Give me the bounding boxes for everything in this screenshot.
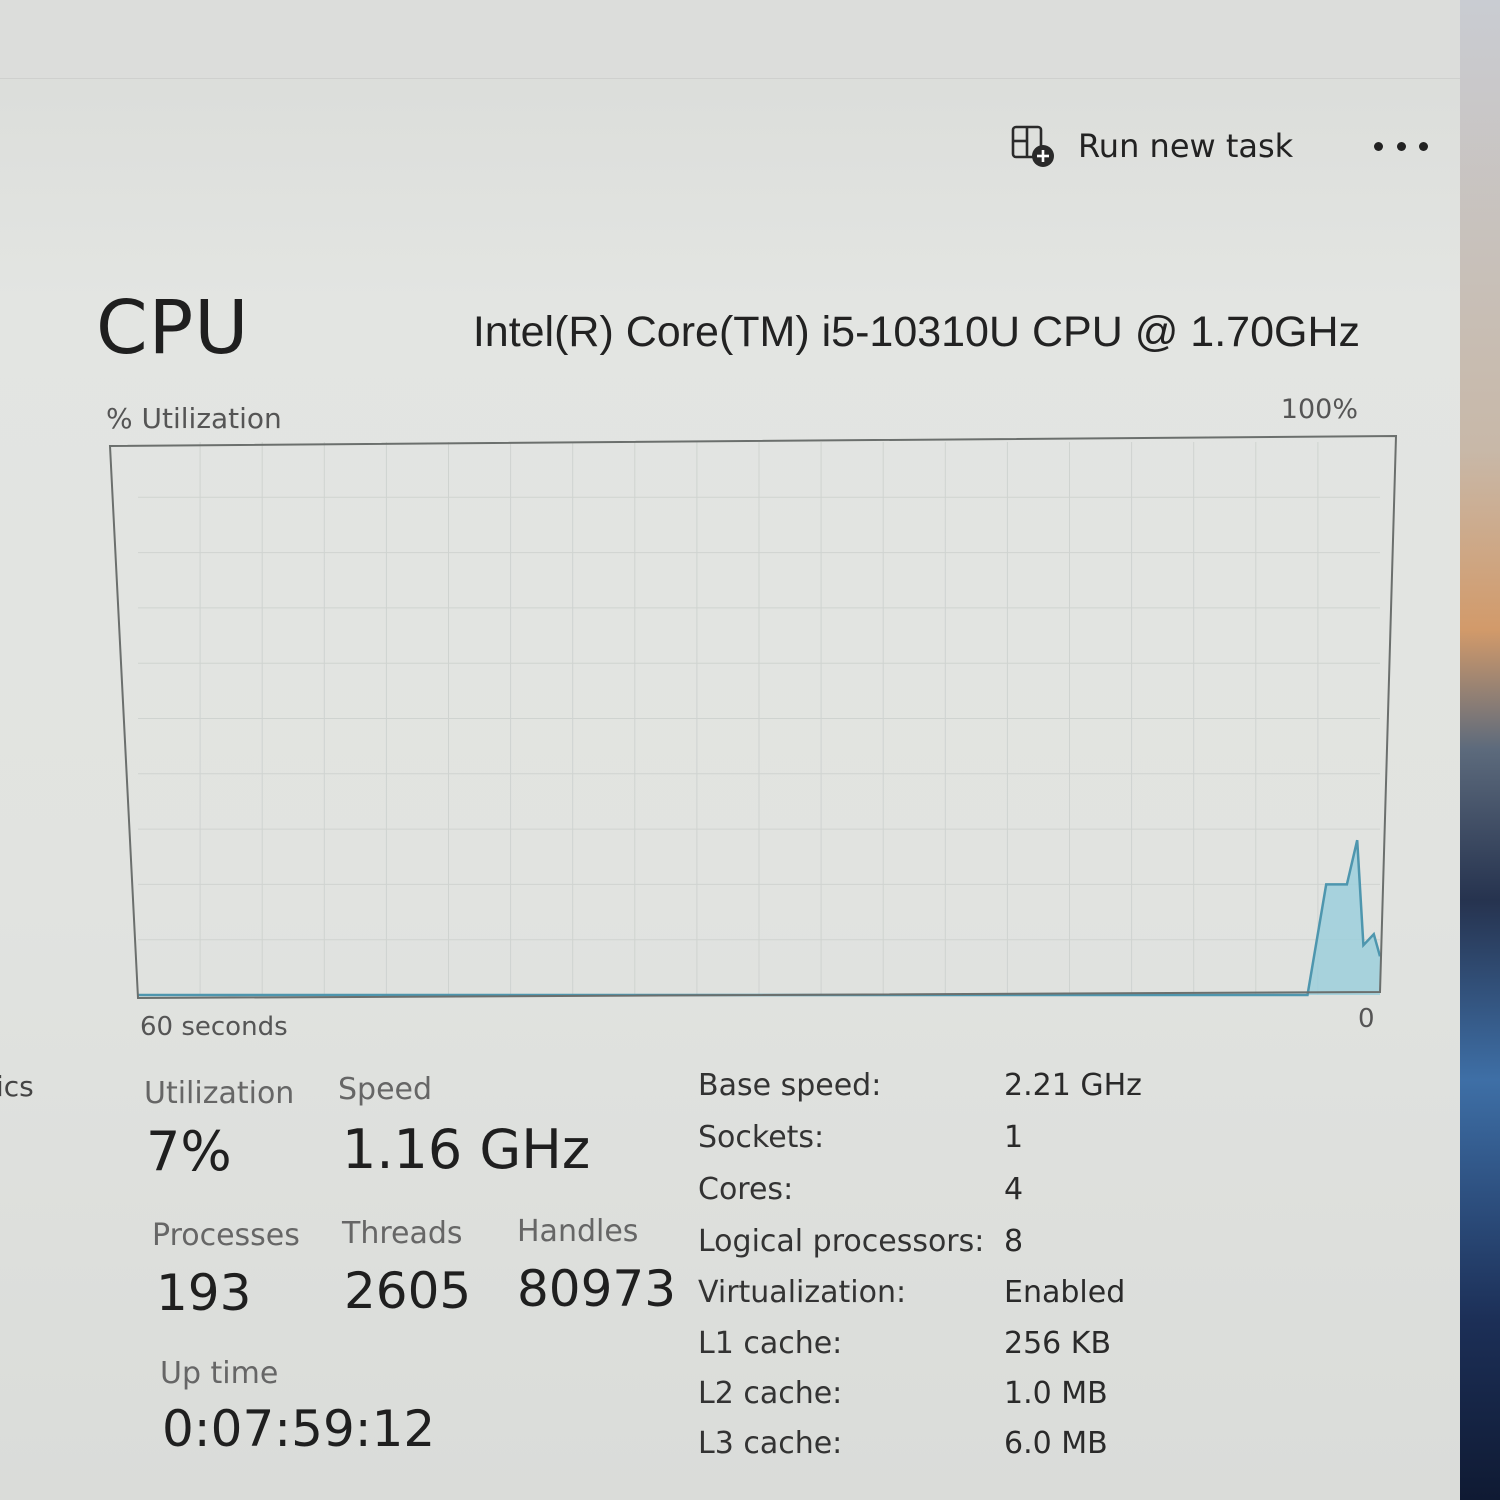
speed-label: Speed bbox=[338, 1072, 433, 1107]
spec-row-sockets: Sockets: 1 bbox=[698, 1120, 1218, 1160]
spec-key: Base speed: bbox=[698, 1068, 882, 1103]
sidebar-item-label[interactable]: ics bbox=[0, 1070, 34, 1103]
spec-row-virtualization: Virtualization: Enabled bbox=[698, 1275, 1218, 1315]
spec-row-l2-cache: L2 cache: 1.0 MB bbox=[698, 1376, 1218, 1416]
spec-row-l1-cache: L1 cache: 256 KB bbox=[698, 1326, 1218, 1366]
spec-value: 8 bbox=[1004, 1224, 1024, 1259]
handles-label: Handles bbox=[517, 1214, 639, 1249]
spec-row-logical-processors: Logical processors: 8 bbox=[698, 1224, 1218, 1264]
more-options-icon[interactable] bbox=[1374, 128, 1428, 164]
spec-value: Enabled bbox=[1004, 1275, 1126, 1310]
spec-key: L1 cache: bbox=[698, 1326, 843, 1361]
spec-key: L3 cache: bbox=[698, 1426, 843, 1461]
utilization-value: 7% bbox=[146, 1120, 232, 1183]
cpu-utilization-graph bbox=[108, 434, 1398, 1000]
more-dot bbox=[1419, 141, 1428, 151]
speed-value: 1.16 GHz bbox=[342, 1118, 591, 1181]
more-dot bbox=[1374, 141, 1383, 151]
title-bar bbox=[0, 0, 1460, 79]
spec-key: Logical processors: bbox=[698, 1224, 985, 1259]
spec-value: 256 KB bbox=[1004, 1326, 1112, 1361]
spec-value: 6.0 MB bbox=[1004, 1426, 1108, 1461]
spec-value: 2.21 GHz bbox=[1004, 1068, 1142, 1103]
y-axis-label: % Utilization bbox=[106, 402, 282, 435]
uptime-value: 0:07:59:12 bbox=[162, 1400, 436, 1458]
uptime-label: Up time bbox=[160, 1356, 279, 1391]
spec-row-cores: Cores: 4 bbox=[698, 1172, 1218, 1212]
page-title: CPU bbox=[96, 285, 250, 371]
utilization-label: Utilization bbox=[144, 1076, 295, 1111]
spec-key: Cores: bbox=[698, 1172, 794, 1207]
threads-value: 2605 bbox=[344, 1262, 472, 1320]
y-max-label: 100% bbox=[1280, 394, 1358, 425]
run-new-task-button[interactable]: Run new task bbox=[1010, 120, 1293, 172]
cpu-model-name: Intel(R) Core(TM) i5-10310U CPU @ 1.70GH… bbox=[472, 308, 1360, 356]
spec-row-l3-cache: L3 cache: 6.0 MB bbox=[698, 1426, 1218, 1466]
spec-key: Virtualization: bbox=[698, 1275, 907, 1310]
spec-value: 1.0 MB bbox=[1004, 1376, 1108, 1411]
run-new-task-label: Run new task bbox=[1078, 127, 1294, 165]
x-axis-end-label: 0 bbox=[1358, 1004, 1375, 1034]
handles-value: 80973 bbox=[517, 1260, 677, 1318]
x-axis-start-label: 60 seconds bbox=[140, 1012, 288, 1042]
run-task-icon bbox=[1011, 125, 1054, 167]
spec-value: 1 bbox=[1004, 1120, 1024, 1155]
graph-frame bbox=[108, 434, 1398, 1000]
threads-label: Threads bbox=[342, 1216, 463, 1251]
processes-label: Processes bbox=[152, 1218, 300, 1253]
spec-key: Sockets: bbox=[698, 1120, 825, 1155]
task-manager-window: Run new task CPU Intel(R) Core(TM) i5-10… bbox=[0, 0, 1460, 1500]
more-dot bbox=[1396, 141, 1406, 151]
graph-grid bbox=[138, 442, 1380, 995]
processes-value: 193 bbox=[156, 1264, 252, 1322]
spec-key: L2 cache: bbox=[698, 1376, 843, 1411]
spec-value: 4 bbox=[1004, 1172, 1024, 1207]
spec-row-base-speed: Base speed: 2.21 GHz bbox=[698, 1068, 1218, 1108]
